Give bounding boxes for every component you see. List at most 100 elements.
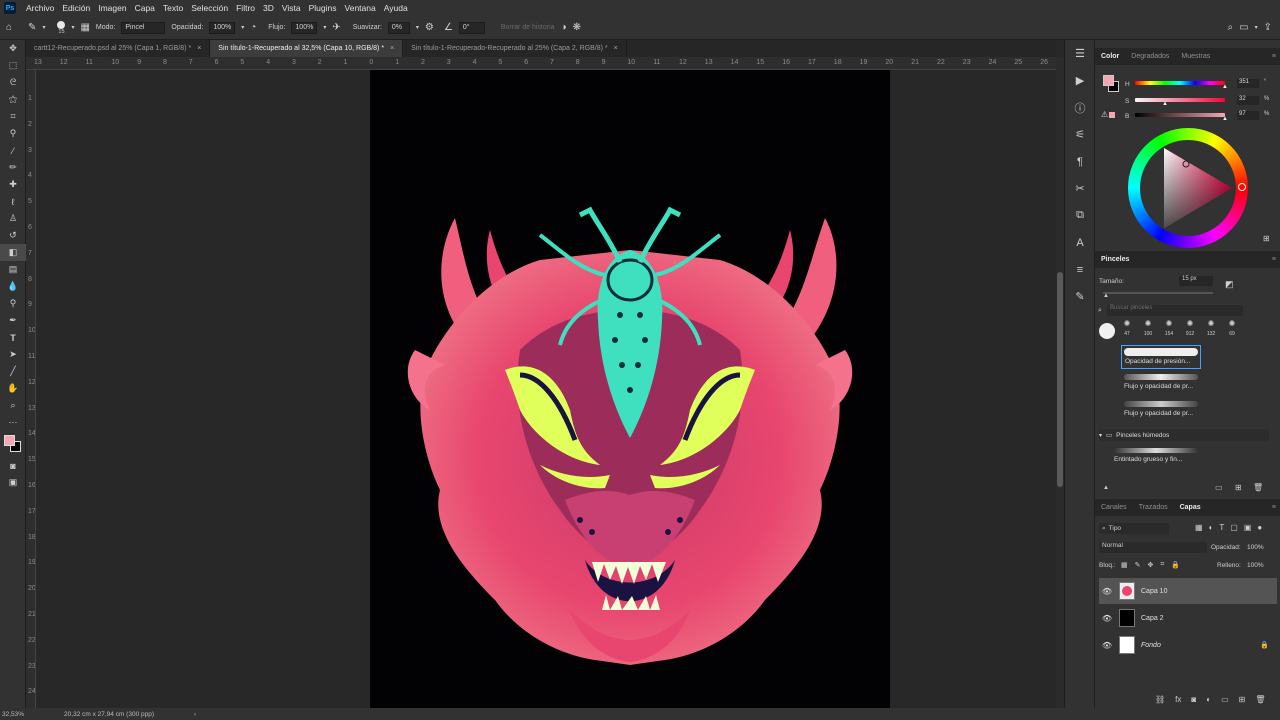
pencil-tool-icon[interactable]: ✏ (0, 159, 26, 176)
tab-cartt12[interactable]: cartt12-Recuperado.psd al 25% (Capa 1, R… (26, 40, 211, 57)
tab-capas[interactable]: Capas (1174, 504, 1207, 511)
close-icon[interactable]: × (614, 45, 618, 52)
gradient-tool-icon[interactable]: ▤ (0, 261, 26, 278)
lock-pixels-icon[interactable]: ✎ (1135, 561, 1141, 569)
hue-slider[interactable] (1135, 81, 1225, 85)
brush-settings-icon[interactable]: ▦ (80, 22, 89, 33)
chevron-down-icon[interactable]: ▾ (1255, 25, 1258, 31)
filter-type-icon[interactable]: T (1219, 523, 1224, 532)
add-mask-icon[interactable]: ◙ (1191, 695, 1196, 704)
new-brush-icon[interactable]: ⊞ (1235, 483, 1242, 492)
recent-brush[interactable]: ✺ 100 (1140, 319, 1156, 337)
layer-name[interactable]: Fondo (1141, 642, 1161, 649)
lasso-tool-icon[interactable]: ᘓ (0, 74, 26, 91)
brush-preset-picker[interactable]: 15 (57, 20, 66, 35)
h-value-field[interactable]: 351 (1237, 79, 1259, 88)
tab-trazados[interactable]: Trazados (1133, 504, 1174, 511)
close-icon[interactable]: × (390, 45, 394, 52)
brush-item-flujo-opacidad-2[interactable]: Flujo y opacidad de pr... (1121, 398, 1201, 422)
line-tool-icon[interactable]: ╱ (0, 363, 26, 380)
tab-pinceles[interactable]: Pinceles (1095, 256, 1135, 263)
panel-menu-icon[interactable]: ≡ (1272, 256, 1280, 263)
brush-item-entintado[interactable]: Entintado grueso y fin... (1111, 445, 1201, 469)
filter-toggle-icon[interactable]: ● (1257, 523, 1262, 532)
crop-tool-icon[interactable]: ⌗ (0, 108, 26, 125)
filter-adjustment-icon[interactable]: ◐ (1209, 523, 1214, 532)
blend-mode-select[interactable]: Normal (1099, 542, 1207, 553)
trash-icon[interactable]: 🗑 (1253, 483, 1263, 492)
borrar-historia-checkbox[interactable]: Borrar de historia (501, 24, 555, 31)
clone-stamp-tool-icon[interactable]: ♙ (0, 210, 26, 227)
marquee-tool-icon[interactable]: ⬚ (0, 57, 26, 74)
menu-archivo[interactable]: Archivo (22, 3, 58, 13)
angle-field[interactable]: 0° (458, 21, 485, 34)
delete-layer-icon[interactable]: 🗑 (1255, 695, 1265, 704)
color-wheel[interactable] (1128, 128, 1248, 248)
tab-degradados[interactable]: Degradados (1125, 53, 1175, 60)
filter-shape-icon[interactable]: ▢ (1230, 523, 1238, 532)
eraser-tool-icon[interactable]: ✎ (28, 22, 36, 33)
chevron-down-icon[interactable]: ▾ (42, 25, 45, 31)
recent-brush[interactable]: ✺ 132 (1203, 319, 1219, 337)
link-layers-icon[interactable]: ⛓ (1155, 695, 1165, 704)
blur-tool-icon[interactable]: 💧 (0, 278, 26, 295)
path-selection-tool-icon[interactable]: ➤ (0, 346, 26, 363)
size-field[interactable]: 15 px (1179, 276, 1213, 286)
new-layer-icon[interactable]: ⊞ (1239, 695, 1246, 704)
eyedropper-tool-icon[interactable]: ⚲ (0, 125, 26, 142)
expand-icon[interactable]: ⊞ (1263, 234, 1270, 243)
brush-tool-icon[interactable]: ⁄ (0, 142, 26, 159)
filter-pixel-icon[interactable]: ▦ (1195, 523, 1203, 532)
brush-search-input[interactable]: Buscar pinceles (1107, 305, 1243, 316)
recent-brush[interactable]: ✺ 47 (1119, 319, 1135, 337)
tab-color[interactable]: Color (1095, 53, 1125, 60)
mixer-brush-tool-icon[interactable]: ℓ (0, 193, 26, 210)
new-brush-icon[interactable]: ◩ (1225, 279, 1234, 290)
opacidad-field[interactable]: 100% (209, 21, 236, 34)
new-group-icon[interactable]: ▭ (1221, 695, 1229, 704)
chevron-down-icon[interactable]: ▾ (71, 25, 74, 31)
properties-panel-icon[interactable]: ⚟ (1065, 121, 1095, 148)
menu-capa[interactable]: Capa (131, 3, 159, 13)
recent-brush[interactable]: ✺ 69 (1224, 319, 1240, 337)
menu-texto[interactable]: Texto (159, 3, 187, 13)
brush-settings-panel-icon[interactable]: ✎ (1065, 283, 1095, 310)
clone-source-panel-icon[interactable]: ⧉ (1065, 202, 1095, 229)
home-icon[interactable]: ⌂ (6, 22, 12, 33)
menu-seleccion[interactable]: Selección (187, 3, 232, 13)
menu-vista[interactable]: Vista (278, 3, 305, 13)
lock-artboard-icon[interactable]: ⌗ (1160, 561, 1164, 569)
saturation-slider[interactable] (1135, 98, 1225, 102)
chevron-down-icon[interactable]: ▾ (416, 25, 419, 31)
saturation-slider-handle-icon[interactable]: ▲ (1162, 101, 1168, 107)
character-panel-icon[interactable]: A (1065, 229, 1095, 256)
magic-wand-tool-icon[interactable]: ⚝ (0, 91, 26, 108)
adjustments-panel-icon[interactable]: ≡ (1065, 256, 1095, 283)
pressure-size-icon[interactable]: ◑ (561, 22, 567, 33)
tab-sin-titulo-1[interactable]: Sin título-1-Recuperado al 32,5% (Capa 1… (210, 40, 404, 57)
visibility-eye-icon[interactable]: 👁 (1099, 587, 1115, 596)
chevron-down-icon[interactable]: ▾ (323, 25, 326, 31)
menu-3d[interactable]: 3D (259, 3, 278, 13)
layer-filter-select[interactable]: ⌕ Tipo (1099, 523, 1169, 534)
zoom-level[interactable]: 32,53% (2, 711, 24, 718)
brush-item-flujo-opacidad-1[interactable]: Flujo y opacidad de pr... (1121, 371, 1201, 395)
scroll-thumb[interactable] (1057, 272, 1063, 487)
screen-mode-icon[interactable]: ▣ (0, 474, 26, 491)
fg-swatch[interactable] (1103, 75, 1114, 86)
eraser-tool-icon[interactable]: ◧ (0, 244, 26, 261)
menu-imagen[interactable]: Imagen (94, 3, 130, 13)
layer-name[interactable]: Capa 10 (1141, 588, 1167, 595)
size-slider[interactable] (1103, 292, 1213, 294)
websafe-swatch[interactable] (1109, 112, 1115, 118)
color-triangle[interactable] (1140, 140, 1236, 236)
symmetry-icon[interactable]: ❋ (573, 22, 581, 33)
info-panel-icon[interactable]: ⓘ (1065, 94, 1095, 121)
brush-group-pinceles-humedos[interactable]: ▾ ▭ Pinceles húmedos (1099, 429, 1269, 441)
b-value-field[interactable]: 97 (1237, 111, 1259, 120)
search-icon[interactable]: ⌕ (1228, 22, 1234, 33)
tab-muestras[interactable]: Muestras (1175, 53, 1216, 60)
opacity-value[interactable]: 100% (1247, 544, 1264, 551)
layer-row-fondo[interactable]: 👁 Fondo 🔒 (1099, 632, 1277, 658)
brush-item-opacidad-presion[interactable]: Opacidad de presión... (1121, 345, 1201, 369)
